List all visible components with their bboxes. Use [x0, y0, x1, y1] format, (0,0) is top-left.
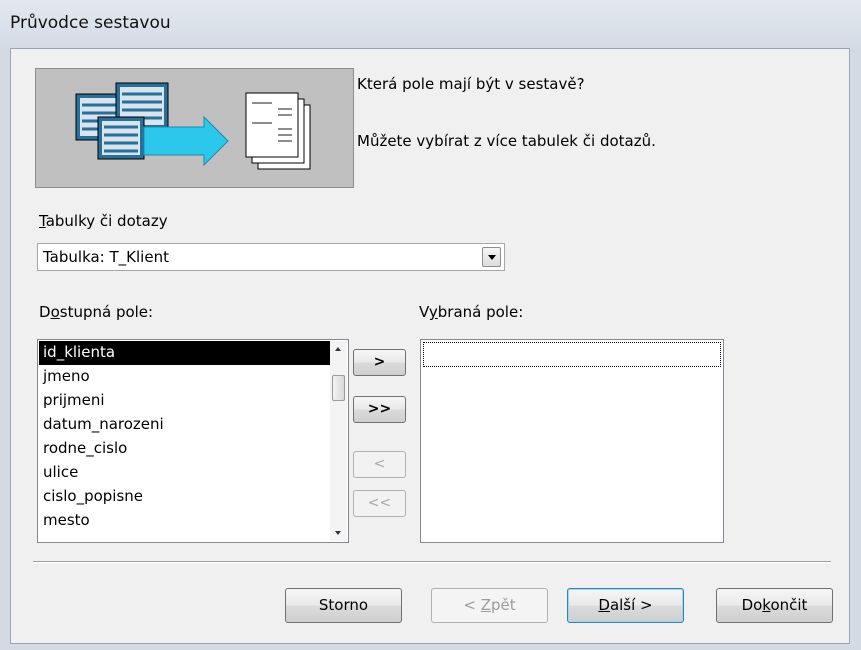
back-button[interactable]: < Zpět	[431, 588, 548, 623]
footer-separator	[33, 561, 831, 563]
selected-fields-label: Vybraná pole:	[419, 303, 524, 321]
intro-hint: Můžete vybírat z více tabulek či dotazů.	[357, 132, 656, 150]
list-item-prijmeni[interactable]: prijmeni	[39, 389, 330, 413]
remove-all-fields-button[interactable]: <<	[353, 490, 406, 517]
tables-queries-combobox[interactable]: Tabulka: T_Klient	[37, 243, 505, 271]
list-item-rodne-cislo[interactable]: rodne_cislo	[39, 437, 330, 461]
add-all-fields-button[interactable]: >>	[353, 396, 406, 423]
dropdown-arrow-icon	[488, 255, 496, 260]
available-fields-list[interactable]: id_klienta jmeno prijmeni datum_narozeni…	[37, 339, 349, 543]
available-fields-label: Dostupná pole:	[39, 303, 154, 321]
scroll-thumb[interactable]	[332, 375, 345, 401]
dropdown-button[interactable]	[482, 247, 501, 267]
list-item-id-klienta[interactable]: id_klienta	[39, 341, 330, 365]
list-item-cislo-popisne[interactable]: cislo_popisne	[39, 485, 330, 509]
scroll-down-icon[interactable]	[330, 524, 347, 541]
list-item-mesto[interactable]: mesto	[39, 509, 330, 533]
selected-fields-list[interactable]	[420, 339, 724, 543]
report-pages-icon	[245, 92, 311, 170]
wizard-dialog: Která pole mají být v sestavě? Můžete vy…	[10, 48, 850, 644]
remove-field-button[interactable]: <	[353, 451, 406, 478]
cancel-button[interactable]: Storno	[285, 588, 402, 623]
list-item-jmeno[interactable]: jmeno	[39, 365, 330, 389]
list-item-ulice[interactable]: ulice	[39, 461, 330, 485]
tables-queries-label: Tabulky či dotazy	[39, 212, 168, 230]
next-button[interactable]: Další >	[567, 588, 684, 623]
focus-indicator	[423, 342, 721, 367]
scroll-up-icon[interactable]	[330, 341, 347, 358]
list-item-datum-narozeni[interactable]: datum_narozeni	[39, 413, 330, 437]
finish-button[interactable]: Dokončit	[716, 588, 833, 623]
title-bar: Průvodce sestavou	[0, 0, 861, 48]
wizard-illustration	[35, 68, 354, 188]
available-fields-scrollbar[interactable]	[330, 341, 347, 541]
tables-queries-value: Tabulka: T_Klient	[43, 248, 169, 266]
add-field-button[interactable]: >	[353, 349, 406, 376]
window-title: Průvodce sestavou	[10, 13, 171, 33]
intro-question: Která pole mají být v sestavě?	[357, 75, 585, 93]
